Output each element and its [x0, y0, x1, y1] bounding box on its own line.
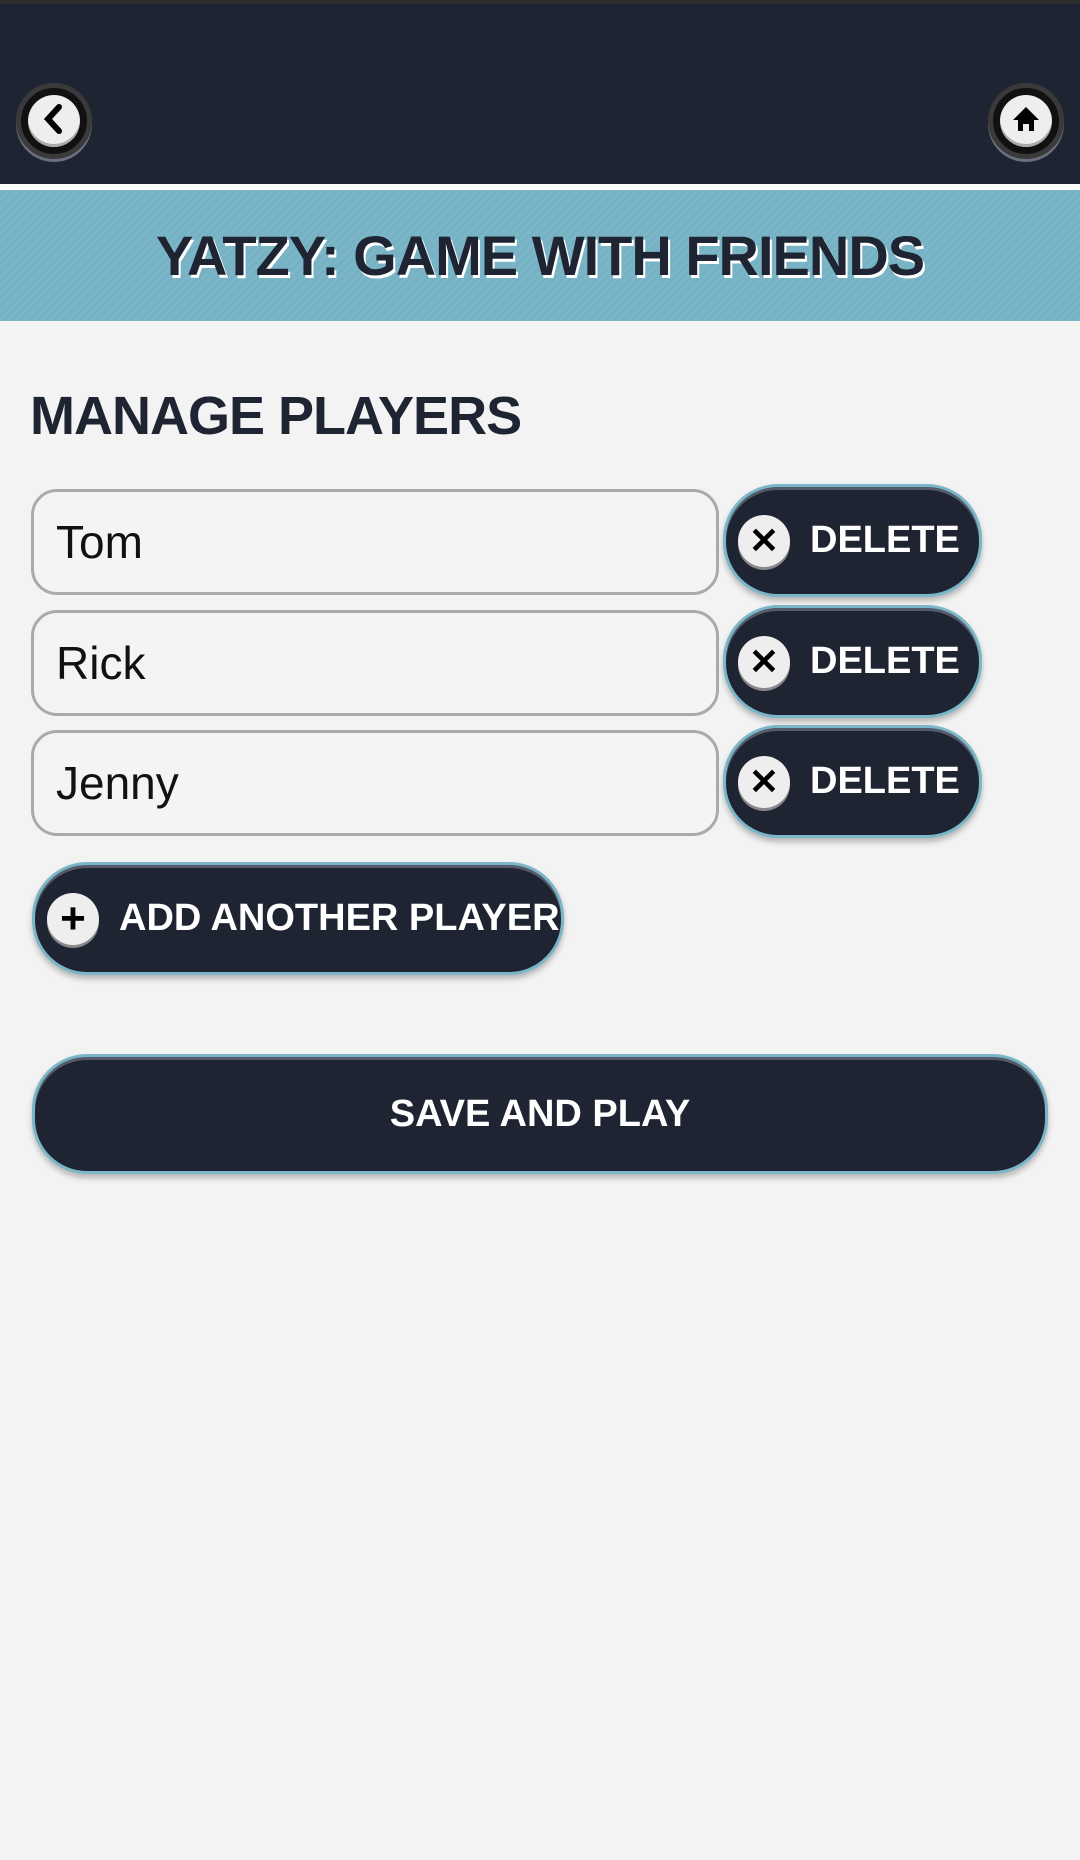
save-and-play-button[interactable]: SAVE AND PLAY	[32, 1054, 1048, 1174]
page-title: YATZY: GAME WITH FRIENDS	[155, 224, 925, 287]
chevron-left-icon	[41, 103, 67, 139]
close-icon: ✕	[738, 635, 790, 688]
delete-player-button[interactable]: ✕ DELETE	[723, 725, 982, 838]
delete-label: DELETE	[810, 640, 960, 682]
close-icon: ✕	[738, 755, 790, 808]
add-player-button[interactable]: + ADD ANOTHER PLAYER	[32, 862, 564, 975]
delete-label: DELETE	[810, 760, 960, 802]
plus-icon: +	[47, 892, 99, 945]
title-band: YATZY: GAME WITH FRIENDS	[0, 190, 1080, 321]
home-button[interactable]	[988, 83, 1064, 159]
delete-player-button[interactable]: ✕ DELETE	[723, 605, 982, 718]
top-bar	[0, 0, 1080, 184]
section-heading: MANAGE PLAYERS	[30, 386, 522, 446]
player-name-input[interactable]	[31, 610, 719, 716]
player-name-input[interactable]	[31, 730, 719, 836]
delete-label: DELETE	[810, 519, 960, 561]
close-icon: ✕	[738, 514, 790, 567]
back-button[interactable]	[16, 83, 92, 159]
home-icon	[1011, 105, 1041, 138]
delete-player-button[interactable]: ✕ DELETE	[723, 484, 982, 597]
add-label: ADD ANOTHER PLAYER	[119, 897, 560, 939]
save-label: SAVE AND PLAY	[389, 1092, 691, 1135]
player-name-input[interactable]	[31, 489, 719, 595]
